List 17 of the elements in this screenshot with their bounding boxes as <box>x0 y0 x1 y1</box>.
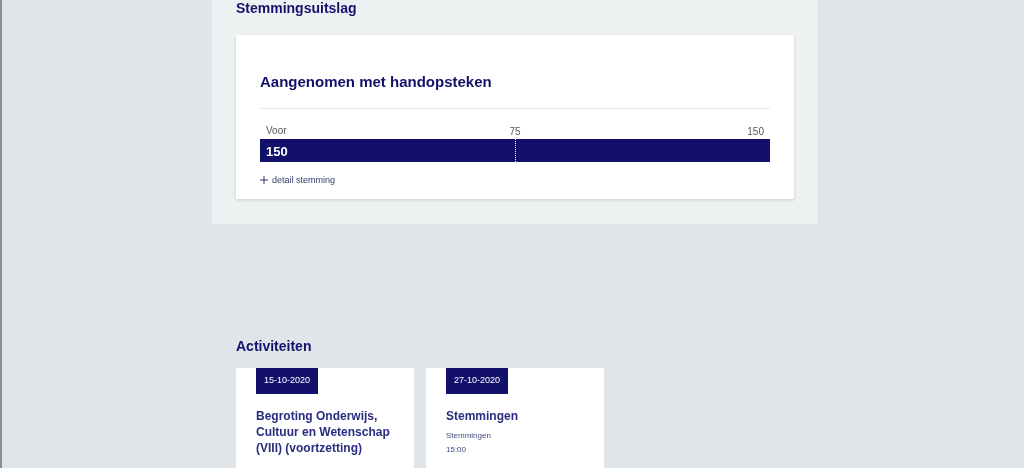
detail-link[interactable]: detail stemming <box>260 173 336 187</box>
activity-title: Begroting Onderwijs, Cultuur en Wetenschap (VIII) (voortzetting) <box>256 407 391 456</box>
section-heading: Activiteiten <box>236 337 312 356</box>
activity-card[interactable]: 15-10-2020 Begroting Onderwijs, Cultuur en Wetenschap (VIII) (voortzetting) <box>236 368 414 468</box>
vote-title: Aangenomen met handopsteken <box>260 72 492 92</box>
vote-count: 150 <box>266 142 288 161</box>
tick-label: 75 <box>509 124 521 139</box>
activity-card[interactable]: 27-10-2020 Stemmingen Stemmingen 15:00 <box>426 368 604 468</box>
section-heading: Stemmingsuitslag <box>236 0 357 15</box>
tick-label: 150 <box>747 124 764 139</box>
activity-subtitle: Stemmingen <box>446 429 492 442</box>
activity-time: 15:00 <box>446 443 468 456</box>
bar-label: Voor <box>266 123 287 138</box>
date-badge: 15-10-2020 <box>256 368 319 394</box>
plus-icon <box>260 176 268 185</box>
activity-title: Stemmingen <box>446 407 519 424</box>
date-badge: 27-10-2020 <box>446 368 509 394</box>
